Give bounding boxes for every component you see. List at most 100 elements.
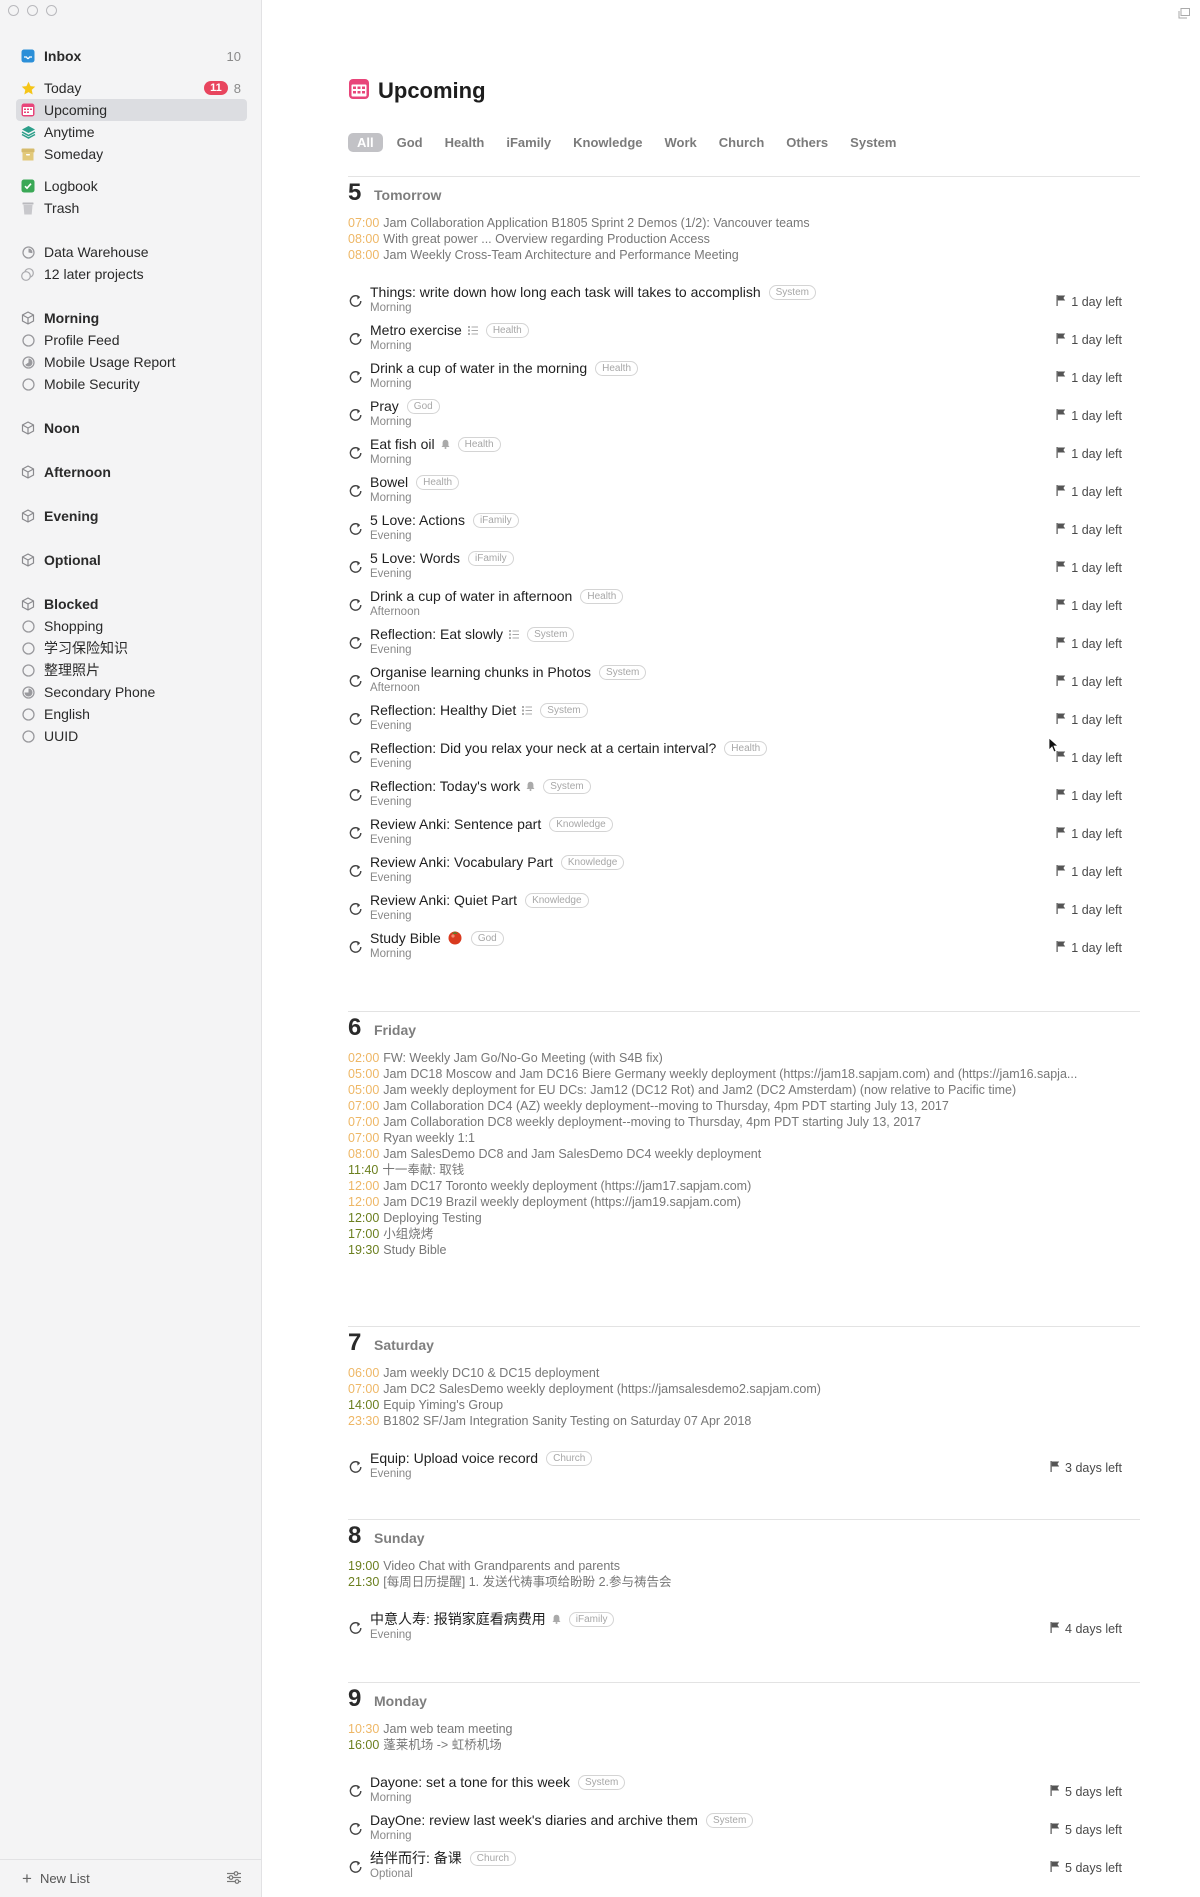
calendar-event[interactable]: 06:00 Jam weekly DC10 & DC15 deployment xyxy=(348,1365,1140,1381)
calendar-event[interactable]: 10:30 Jam web team meeting xyxy=(348,1721,1140,1737)
minimize-window-button[interactable] xyxy=(27,5,38,16)
task-row[interactable]: 结伴而行: 备课 Church Optional 5 days left xyxy=(348,1849,1140,1887)
task-tag[interactable]: Church xyxy=(546,1450,593,1466)
repeat-icon[interactable] xyxy=(348,901,363,916)
sidebar-item-mobile-security[interactable]: Mobile Security xyxy=(16,373,247,395)
sidebar-item-secondary-phone[interactable]: Secondary Phone xyxy=(16,681,247,703)
repeat-icon[interactable] xyxy=(348,1821,363,1836)
task-row[interactable]: Review Anki: Quiet Part Knowledge Evening 1… xyxy=(348,891,1140,929)
new-list-button[interactable]: + New List xyxy=(22,1870,90,1887)
calendar-event[interactable]: 19:00 Video Chat with Grandparents and pa… xyxy=(348,1558,1140,1574)
sidebar-item-upcoming[interactable]: Upcoming xyxy=(16,99,247,121)
task-tag[interactable]: God xyxy=(406,398,440,414)
task-tag[interactable]: Knowledge xyxy=(525,892,589,908)
task-tag[interactable]: Health xyxy=(416,474,460,490)
repeat-icon[interactable] xyxy=(348,787,363,802)
tag-filter-work[interactable]: Work xyxy=(657,133,705,152)
calendar-event[interactable]: 07:00 Ryan weekly 1:1 xyxy=(348,1130,1140,1146)
calendar-event[interactable]: 07:00 Jam Collaboration Application B1805… xyxy=(348,215,1140,231)
close-window-button[interactable] xyxy=(8,5,19,16)
tag-filter-god[interactable]: God xyxy=(389,133,431,152)
task-tag[interactable]: System xyxy=(599,664,647,680)
task-row[interactable]: Reflection: Did you relax your neck at a… xyxy=(348,739,1140,777)
task-row[interactable]: Drink a cup of water in afternoon Health A… xyxy=(348,587,1140,625)
sidebar-item-trash[interactable]: Trash xyxy=(16,197,247,219)
repeat-icon[interactable] xyxy=(348,559,363,574)
calendar-event[interactable]: 08:00 Jam Weekly Cross-Team Architecture … xyxy=(348,247,1140,263)
repeat-icon[interactable] xyxy=(348,521,363,536)
repeat-icon[interactable] xyxy=(348,635,363,650)
task-tag[interactable]: God xyxy=(470,930,504,946)
detach-window-icon[interactable] xyxy=(1178,6,1190,19)
task-row[interactable]: Study Bible God Morning 1 day left xyxy=(348,929,1140,967)
zoom-window-button[interactable] xyxy=(46,5,57,16)
calendar-event[interactable]: 05:00 Jam DC18 Moscow and Jam DC16 Biere … xyxy=(348,1066,1140,1082)
task-row[interactable]: Eat fish oil Health Morning 1 day left xyxy=(348,435,1140,473)
task-tag[interactable]: System xyxy=(527,626,575,642)
task-tag[interactable]: Health xyxy=(595,360,639,376)
task-row[interactable]: Organise learning chunks in Photos System… xyxy=(348,663,1140,701)
tag-filter-others[interactable]: Others xyxy=(778,133,836,152)
sidebar-item-anytime[interactable]: Anytime xyxy=(16,121,247,143)
task-row[interactable]: Review Anki: Vocabulary Part Knowledge Eve… xyxy=(348,853,1140,891)
repeat-icon[interactable] xyxy=(348,293,363,308)
settings-sliders-icon[interactable] xyxy=(227,1870,241,1887)
task-tag[interactable]: iFamily xyxy=(472,512,519,528)
tag-filter-health[interactable]: Health xyxy=(437,133,493,152)
task-tag[interactable]: System xyxy=(768,284,816,300)
task-row[interactable]: 5 Love: Words iFamily Evening 1 day left xyxy=(348,549,1140,587)
task-tag[interactable]: Health xyxy=(724,740,768,756)
sidebar-area-morning[interactable]: Morning xyxy=(16,307,247,329)
repeat-icon[interactable] xyxy=(348,597,363,612)
task-tag[interactable]: Health xyxy=(485,322,529,338)
sidebar-item-today[interactable]: Today 11 8 xyxy=(16,77,247,99)
calendar-event[interactable]: 12:00 Deploying Testing xyxy=(348,1210,1140,1226)
sidebar-item-uuid[interactable]: UUID xyxy=(16,725,247,747)
task-tag[interactable]: iFamily xyxy=(568,1611,615,1627)
calendar-event[interactable]: 07:00 Jam Collaboration DC8 weekly deploy… xyxy=(348,1114,1140,1130)
repeat-icon[interactable] xyxy=(348,369,363,384)
calendar-event[interactable]: 07:00 Jam Collaboration DC4 (AZ) weekly d… xyxy=(348,1098,1140,1114)
sidebar-item-insurance-study[interactable]: 学习保险知识 xyxy=(16,637,247,659)
sidebar-item-organize-photos[interactable]: 整理照片 xyxy=(16,659,247,681)
calendar-event[interactable]: 05:00 Jam weekly deployment for EU DCs: J… xyxy=(348,1082,1140,1098)
sidebar-item-profile-feed[interactable]: Profile Feed xyxy=(16,329,247,351)
repeat-icon[interactable] xyxy=(348,331,363,346)
tag-filter-knowledge[interactable]: Knowledge xyxy=(565,133,650,152)
calendar-event[interactable]: 14:00 Equip Yiming's Group xyxy=(348,1397,1140,1413)
tag-filter-ifamily[interactable]: iFamily xyxy=(498,133,559,152)
repeat-icon[interactable] xyxy=(348,939,363,954)
calendar-event[interactable]: 23:30 B1802 SF/Jam Integration Sanity Tes… xyxy=(348,1413,1140,1429)
sidebar-area-noon[interactable]: Noon xyxy=(16,417,247,439)
sidebar-item-inbox[interactable]: Inbox 10 xyxy=(16,45,247,67)
calendar-event[interactable]: 21:30 [每周日历提醒] 1. 发送代祷事项给盼盼 2.参与祷告会 xyxy=(348,1574,1140,1590)
calendar-event[interactable]: 02:00 FW: Weekly Jam Go/No-Go Meeting (wi… xyxy=(348,1050,1140,1066)
repeat-icon[interactable] xyxy=(348,749,363,764)
task-row[interactable]: Reflection: Eat slowly System Evening 1 day… xyxy=(348,625,1140,663)
repeat-icon[interactable] xyxy=(348,483,363,498)
tag-filter-church[interactable]: Church xyxy=(711,133,773,152)
repeat-icon[interactable] xyxy=(348,673,363,688)
task-tag[interactable]: Knowledge xyxy=(560,854,625,870)
calendar-event[interactable]: 08:00 With great power ... Overview regar… xyxy=(348,231,1140,247)
task-tag[interactable]: Church xyxy=(469,1850,517,1866)
calendar-event[interactable]: 12:00 Jam DC19 Brazil weekly deployment (… xyxy=(348,1194,1140,1210)
calendar-event[interactable]: 08:00 Jam SalesDemo DC8 and Jam SalesDemo… xyxy=(348,1146,1140,1162)
repeat-icon[interactable] xyxy=(348,825,363,840)
sidebar-item-someday[interactable]: Someday xyxy=(16,143,247,165)
task-row[interactable]: 5 Love: Actions iFamily Evening 1 day left xyxy=(348,511,1140,549)
task-row[interactable]: Dayone: set a tone for this week System Mo… xyxy=(348,1773,1140,1811)
tag-filter-system[interactable]: System xyxy=(842,133,904,152)
task-tag[interactable]: Health xyxy=(580,588,624,604)
task-tag[interactable]: iFamily xyxy=(468,550,514,566)
sidebar-item-english[interactable]: English xyxy=(16,703,247,725)
tag-filter-all[interactable]: All xyxy=(348,132,383,152)
task-tag[interactable]: System xyxy=(578,1774,626,1790)
calendar-event[interactable]: 16:00 蓬莱机场 -> 虹桥机场 xyxy=(348,1737,1140,1753)
repeat-icon[interactable] xyxy=(348,863,363,878)
sidebar-item-later-projects[interactable]: 12 later projects xyxy=(16,263,247,285)
task-row[interactable]: Equip: Upload voice record Church Evening 3… xyxy=(348,1449,1140,1487)
task-row[interactable]: Reflection: Healthy Diet System Evening 1 d… xyxy=(348,701,1140,739)
calendar-event[interactable]: 17:00 小组烧烤 xyxy=(348,1226,1140,1242)
repeat-icon[interactable] xyxy=(348,711,363,726)
